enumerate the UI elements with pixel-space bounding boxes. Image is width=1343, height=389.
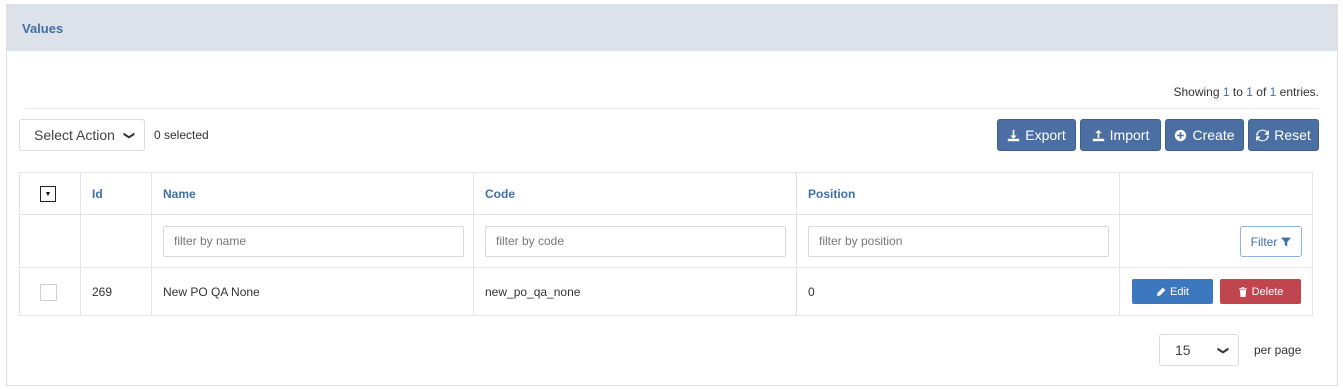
chevron-down-icon: ❯: [1216, 345, 1229, 355]
import-button[interactable]: Import: [1080, 119, 1161, 151]
select-all-cell: ▼: [20, 173, 81, 214]
column-header-actions: [1120, 173, 1312, 214]
filter-row: filter by name filter by code filter by …: [20, 215, 1312, 268]
position-filter-input[interactable]: filter by position: [808, 225, 1109, 257]
table-header-row: ▼ Id Name Code Position: [20, 173, 1312, 215]
pencil-icon: [1157, 287, 1166, 296]
row-checkbox[interactable]: [40, 284, 57, 301]
column-header-code[interactable]: Code: [474, 173, 797, 214]
code-filter-input[interactable]: filter by code: [485, 225, 786, 257]
table-row: 269 New PO QA None new_po_qa_none 0 Edit…: [20, 268, 1312, 316]
refresh-icon: [1256, 129, 1270, 141]
column-header-name[interactable]: Name: [152, 173, 474, 214]
name-filter-input[interactable]: filter by name: [163, 225, 464, 257]
select-action-value: Select Action: [34, 127, 115, 143]
column-header-position[interactable]: Position: [797, 173, 1120, 214]
plus-circle-icon: [1175, 129, 1187, 141]
upload-icon: [1092, 129, 1104, 141]
select-all-checkbox[interactable]: ▼: [40, 186, 56, 202]
filter-button[interactable]: Filter: [1240, 226, 1302, 257]
filter-icon: [1281, 237, 1292, 246]
export-button[interactable]: Export: [997, 119, 1076, 151]
delete-button[interactable]: Delete: [1220, 279, 1301, 304]
column-header-id[interactable]: Id: [81, 173, 152, 214]
selected-count: 0 selected: [154, 128, 209, 142]
per-page-select[interactable]: 15 ❯: [1159, 334, 1239, 366]
edit-button[interactable]: Edit: [1132, 279, 1213, 304]
reset-button[interactable]: Reset: [1248, 119, 1319, 151]
chevron-down-icon: ❯: [122, 130, 135, 140]
create-button[interactable]: Create: [1165, 119, 1244, 151]
trash-icon: [1238, 286, 1247, 297]
per-page-label: per page: [1254, 343, 1302, 357]
row-actions: Edit Delete: [1120, 268, 1312, 316]
per-page-value: 15: [1175, 342, 1191, 358]
row-id: 269: [81, 268, 152, 316]
select-action-dropdown[interactable]: Select Action ❯: [19, 119, 145, 151]
download-icon: [1008, 129, 1020, 141]
row-code: new_po_qa_none: [474, 268, 797, 316]
panel-title: Values: [7, 5, 1337, 51]
row-name: New PO QA None: [152, 268, 474, 316]
values-table: ▼ Id Name Code Position filter by name f…: [19, 172, 1313, 316]
row-position: 0: [797, 268, 1120, 316]
entries-info: Showing 1 to 1 of 1 entries.: [25, 85, 1319, 109]
